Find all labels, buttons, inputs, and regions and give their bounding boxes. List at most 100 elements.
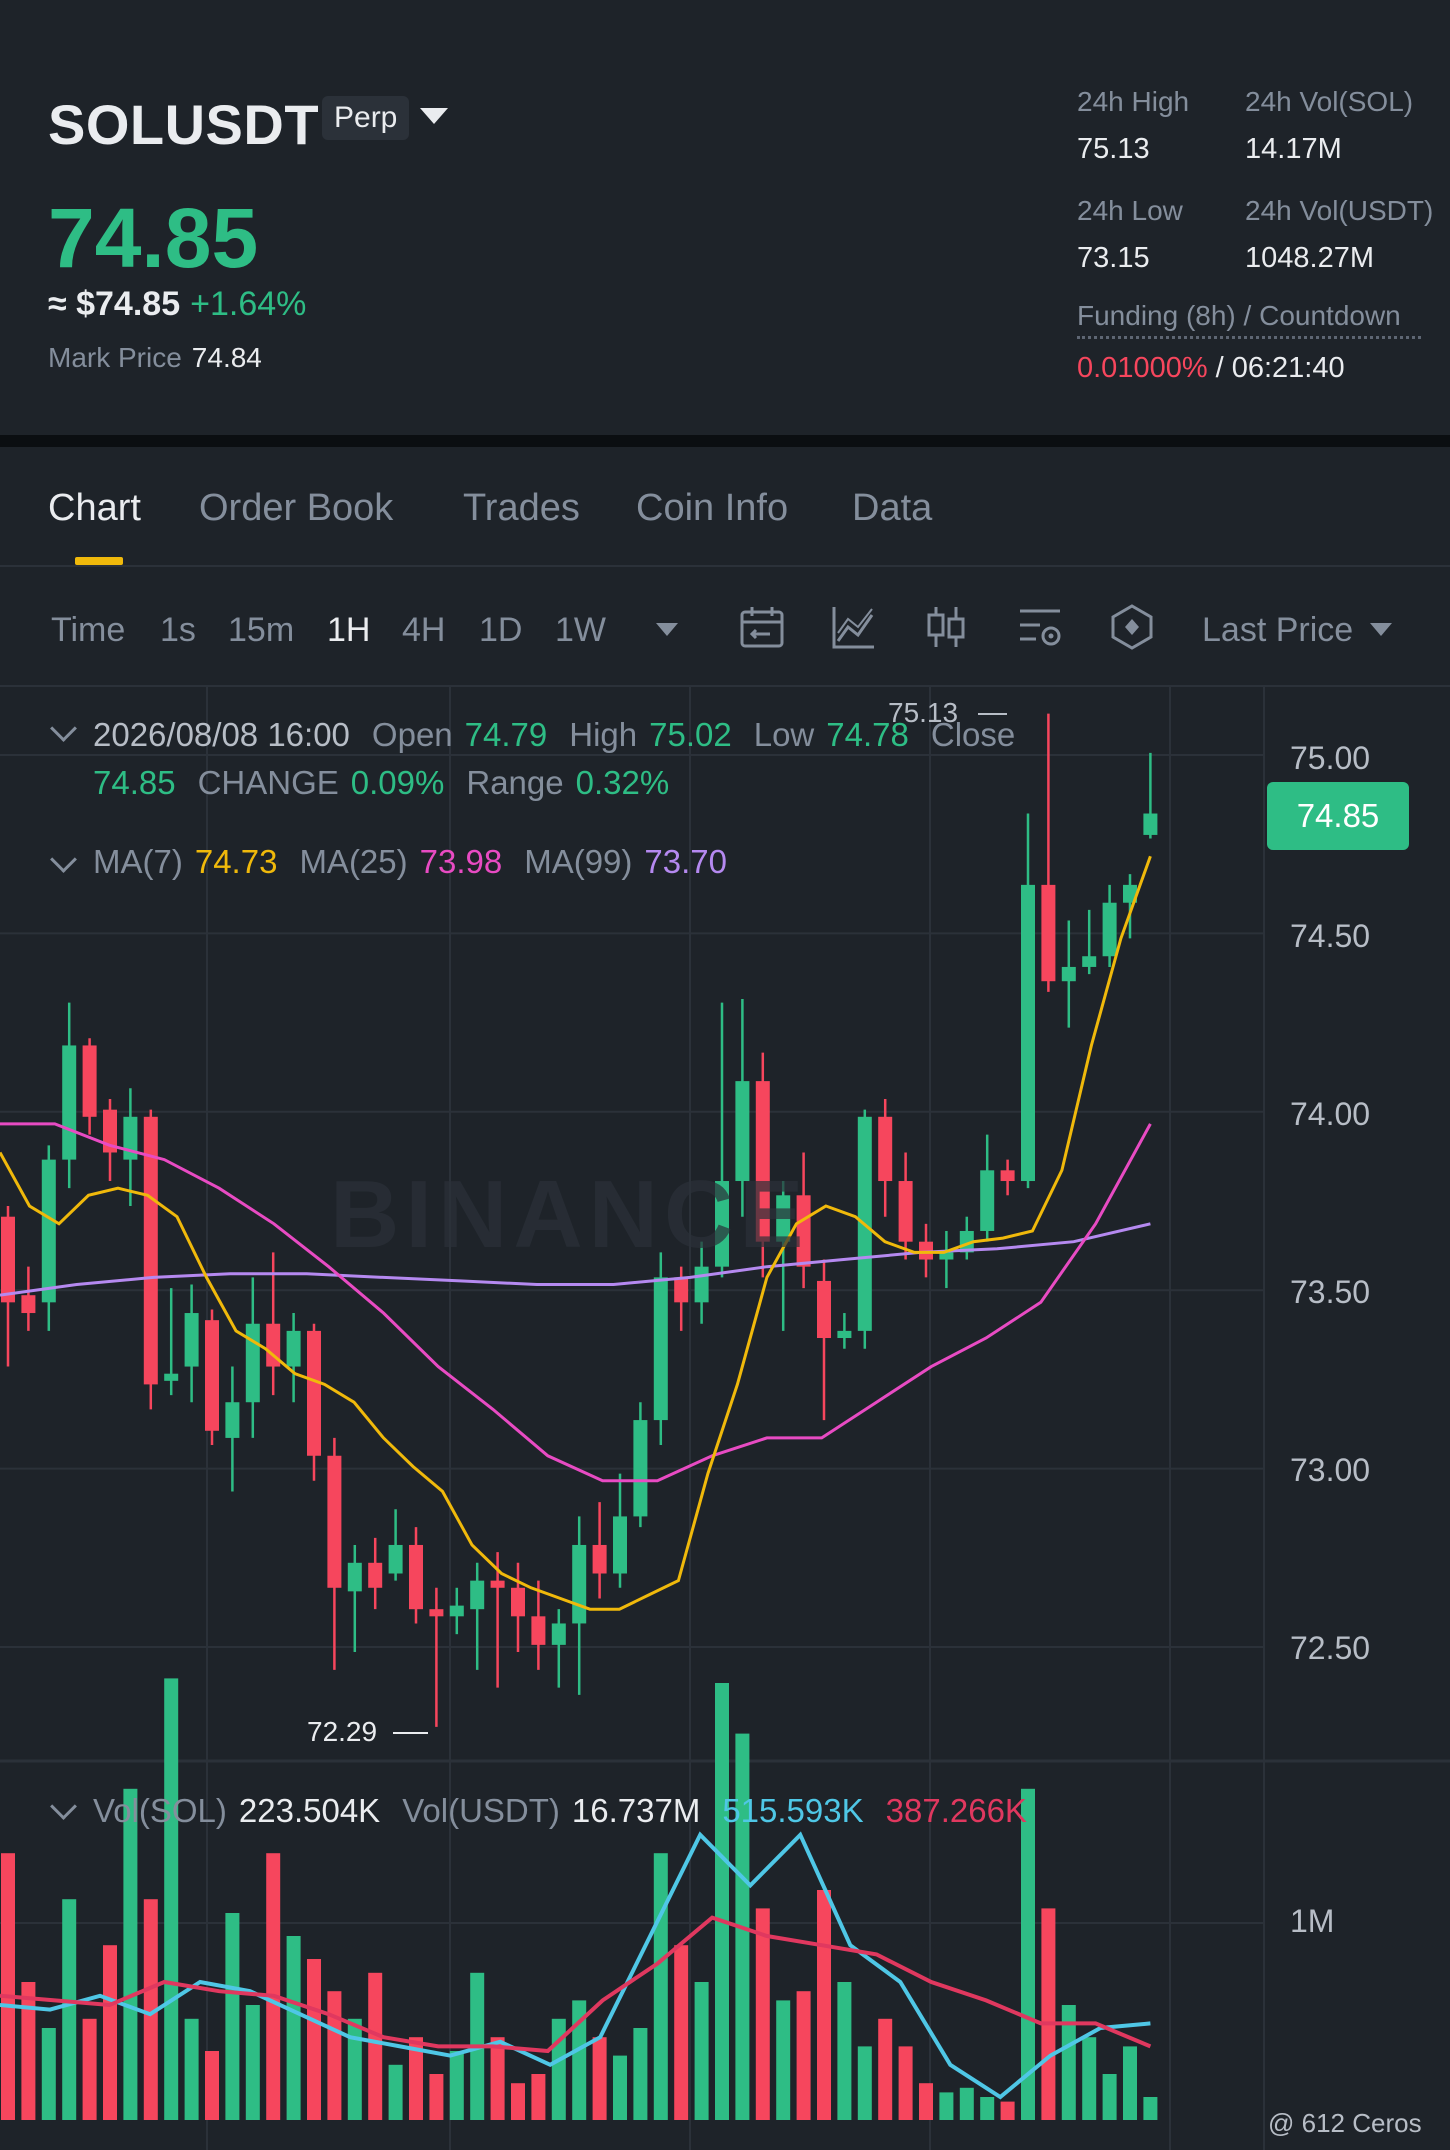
candle-body (1000, 1170, 1015, 1182)
price-type-select[interactable]: Last Price (1202, 611, 1353, 650)
volume-bar (1143, 2097, 1158, 2120)
candle (62, 1002, 77, 1189)
volume-bar (123, 1788, 138, 2120)
volume-bars-layer (1, 1678, 1158, 2120)
candle (1082, 909, 1097, 975)
candle (959, 1216, 974, 1260)
candle-body (429, 1609, 444, 1617)
candle-body (388, 1544, 403, 1574)
volume-bar (837, 1982, 852, 2120)
candle-type-icon[interactable] (922, 603, 970, 651)
candle-body (245, 1323, 260, 1403)
funding-separator: / (1215, 352, 1224, 384)
interval-1s[interactable]: 1s (160, 611, 196, 650)
perp-badge: Perp (322, 96, 410, 140)
candle-body (1021, 884, 1035, 1182)
candle (837, 1313, 852, 1349)
volume-bar (103, 1945, 117, 2120)
stat-24h-vol-sol-label: 24h Vol(SOL) (1245, 86, 1414, 117)
candle (429, 1587, 444, 1727)
candle-body (41, 1159, 56, 1303)
candle (551, 1609, 566, 1688)
chevron-down-icon[interactable] (420, 108, 448, 124)
candle (592, 1502, 607, 1599)
candle-body (205, 1320, 219, 1431)
candle (531, 1580, 546, 1670)
interval-1d[interactable]: 1D (479, 611, 522, 650)
kline-chart[interactable] (0, 687, 1450, 2150)
candle (633, 1402, 648, 1528)
tab-coin-info[interactable]: Coin Info (636, 487, 788, 530)
indicator-icon[interactable] (830, 603, 878, 651)
candle (82, 1038, 97, 1135)
candle-body (286, 1330, 301, 1367)
funding-countdown: 06:21:40 (1231, 352, 1345, 384)
funding-label[interactable]: Funding (8h) / Countdown (1077, 300, 1421, 339)
ma99-label: MA(99) (524, 843, 633, 880)
interval-4h[interactable]: 4H (402, 611, 445, 650)
funding-rate: 0.01000% (1077, 352, 1208, 384)
candle-body (1143, 813, 1158, 835)
volume-bar (1102, 2074, 1117, 2120)
candle (388, 1509, 403, 1581)
interval-1h[interactable]: 1H (327, 611, 370, 650)
calendar-icon[interactable] (738, 603, 786, 651)
high-value: 75.02 (649, 716, 732, 753)
drawing-icon[interactable] (1108, 603, 1156, 651)
volume-bar (347, 2018, 362, 2120)
settings-icon[interactable] (1016, 603, 1064, 651)
interval-1w[interactable]: 1W (555, 611, 606, 650)
candle (307, 1323, 321, 1481)
candle (939, 1230, 954, 1289)
footer-watermark: @ 612 Ceros (1268, 2108, 1422, 2138)
stat-24h-high-label: 24h High (1077, 86, 1190, 117)
change-label: CHANGE (197, 764, 339, 801)
tab-data[interactable]: Data (852, 487, 932, 530)
current-price-tag: 74.85 (1267, 782, 1409, 850)
candle-body (1, 1216, 15, 1303)
candle-body (1102, 902, 1117, 957)
candle-body (470, 1580, 485, 1610)
symbol-title[interactable]: SOLUSDT (48, 92, 319, 157)
candle-body (62, 1045, 77, 1160)
mark-price: 74.84 (191, 342, 262, 373)
volume-bar (368, 1972, 383, 2120)
candle (245, 1277, 260, 1438)
stat-24h-low-value: 73.15 (1077, 242, 1150, 274)
candle-body (1061, 966, 1076, 982)
volume-bar (286, 1936, 301, 2120)
time-label[interactable]: Time (51, 611, 125, 650)
candle-body (694, 1266, 709, 1303)
volume-bar (980, 2097, 995, 2120)
candle-body (551, 1623, 566, 1645)
candle-body (653, 1277, 668, 1421)
ma-legend: MA(7) 74.73 MA(25) 73.98 MA(99) 73.70 (93, 843, 749, 881)
last-price: 74.85 (48, 191, 259, 285)
interval-dropdown-icon[interactable] (656, 623, 678, 636)
volume-bar (490, 2037, 505, 2120)
volume-bar (225, 1913, 240, 2120)
open-label: Open (371, 716, 453, 753)
volume-bar (796, 1991, 811, 2120)
active-tab-indicator (75, 557, 123, 565)
volume-bar (1123, 2046, 1137, 2120)
volume-bar (1, 1853, 15, 2120)
price-type-dropdown-icon[interactable] (1370, 623, 1392, 636)
tab-order-book[interactable]: Order Book (199, 487, 393, 530)
stat-24h-vol-usdt-value: 1048.27M (1245, 242, 1374, 274)
tab-trades[interactable]: Trades (463, 487, 580, 530)
chart-grid (0, 687, 1264, 2150)
tab-chart[interactable]: Chart (48, 487, 141, 530)
close-value: 74.85 (93, 764, 176, 801)
candle (347, 1544, 362, 1652)
watermark-logo: BINANCE (330, 1161, 810, 1268)
candle (1, 1206, 15, 1367)
candle-body (878, 1116, 893, 1182)
range-label: Range (466, 764, 564, 801)
interval-15m[interactable]: 15m (228, 611, 294, 650)
candle-body (837, 1330, 852, 1339)
volume-bar (266, 1853, 281, 2120)
stat-24h-high-value: 75.13 (1077, 133, 1150, 165)
volume-bar (388, 2064, 403, 2120)
stat-24h-vol-usdt-label: 24h Vol(USDT) (1245, 195, 1434, 226)
